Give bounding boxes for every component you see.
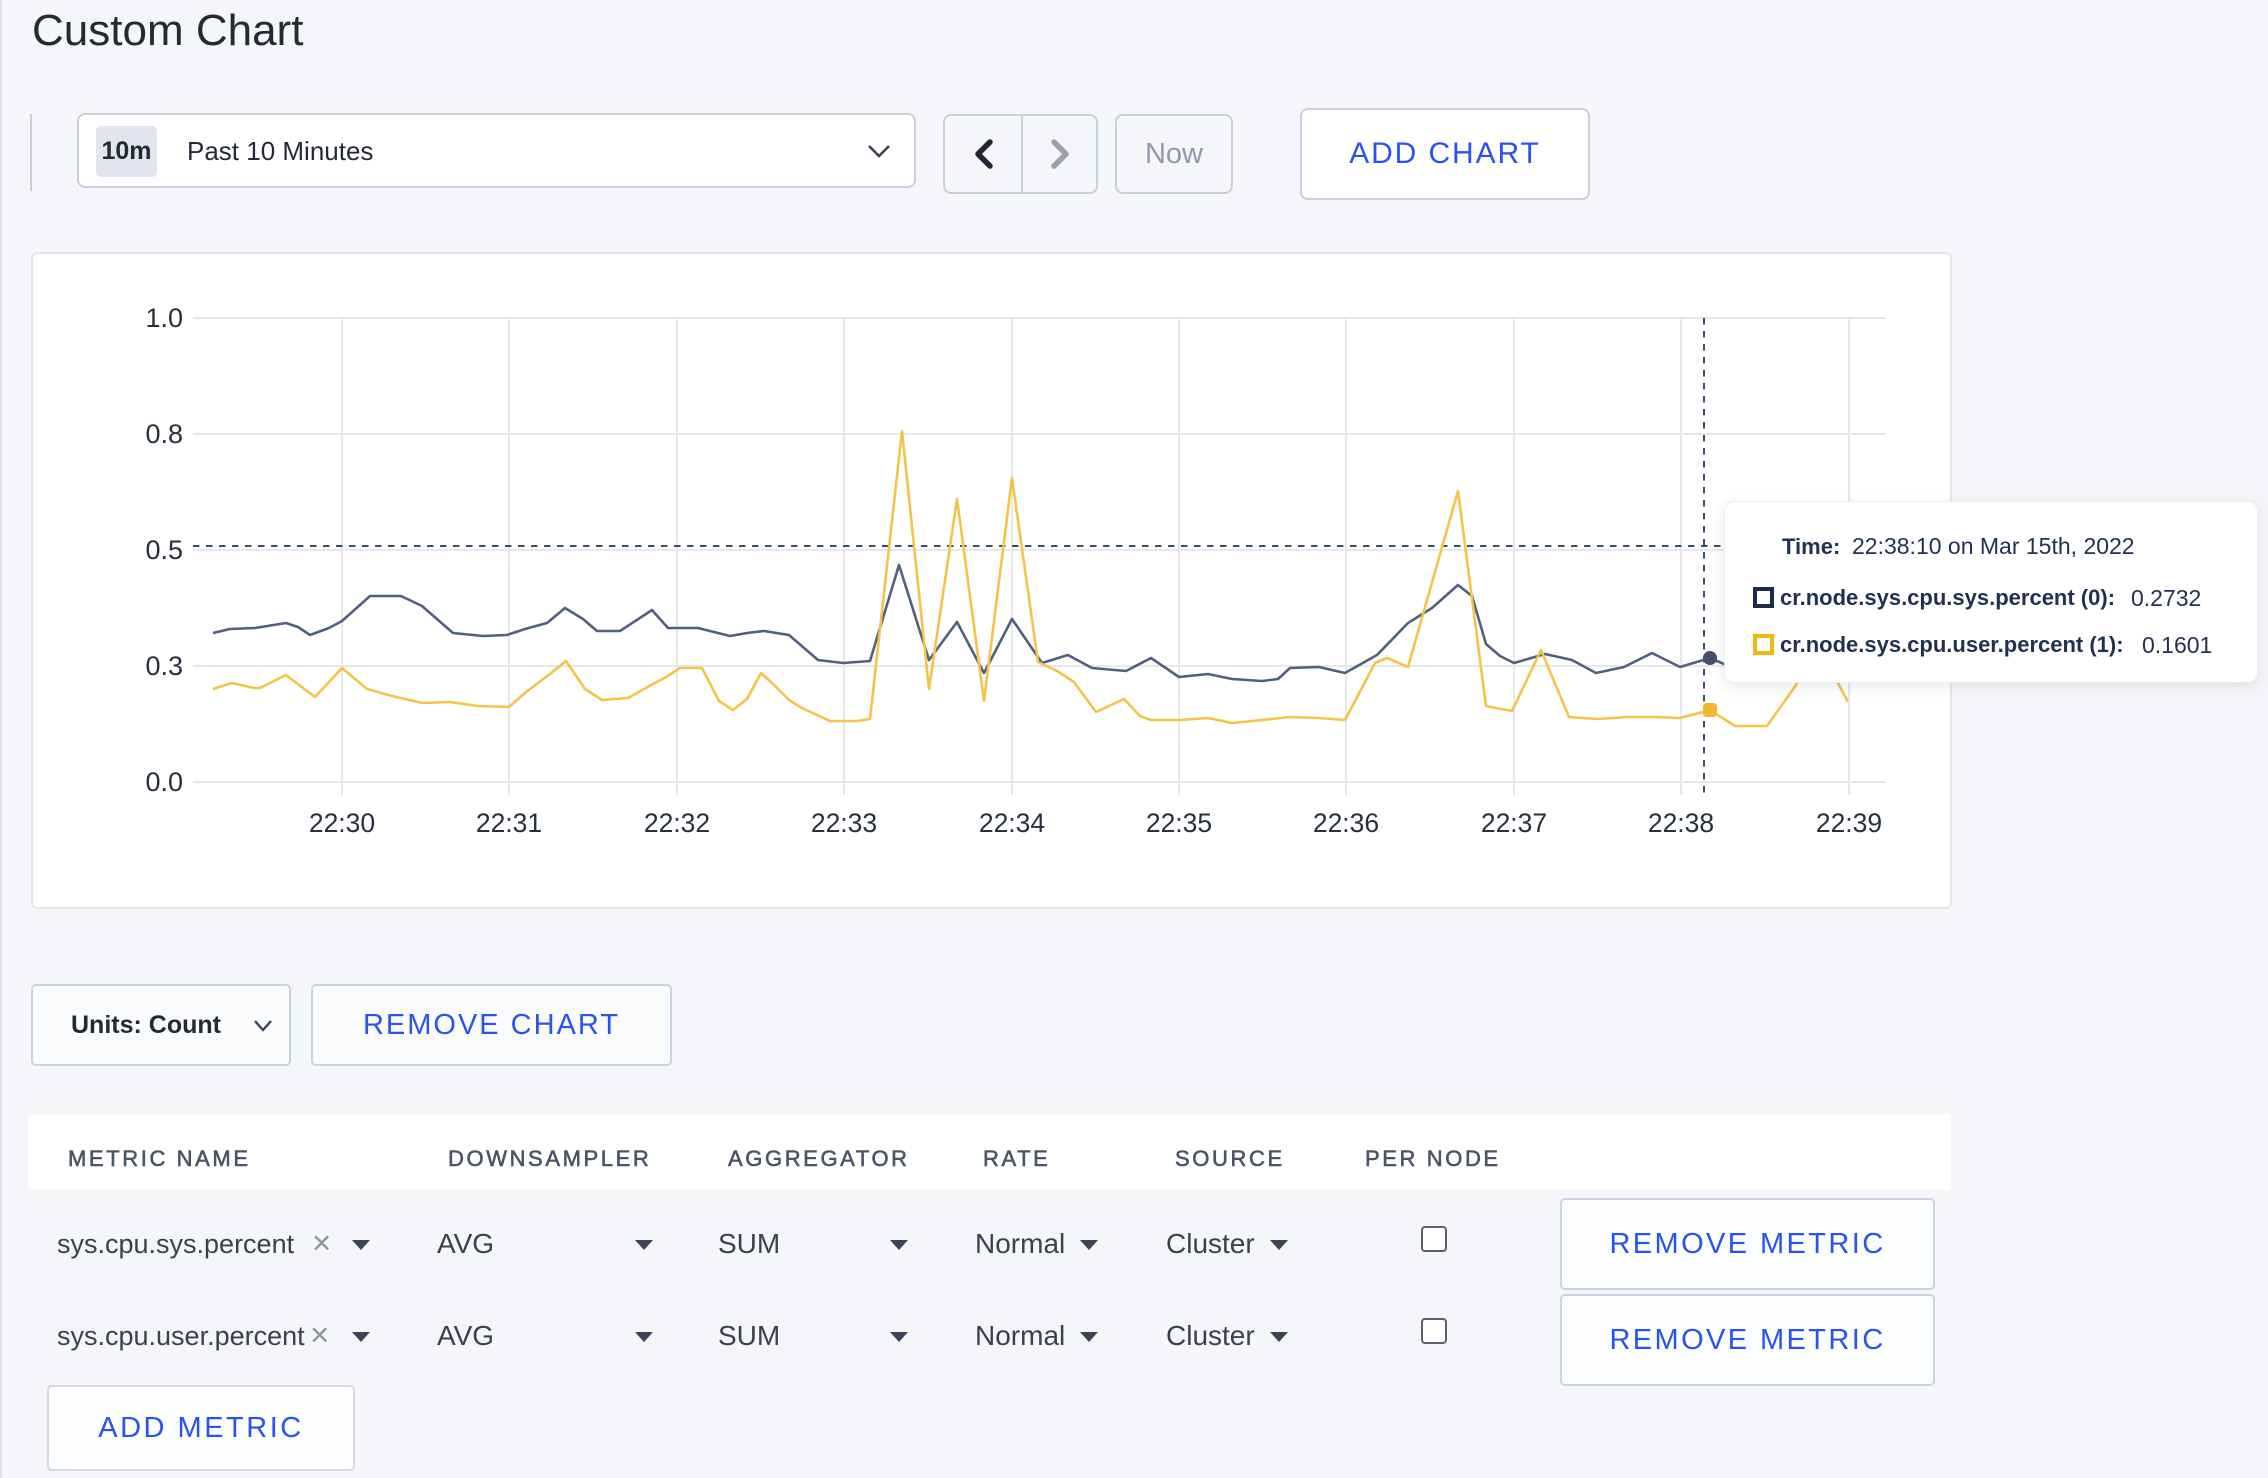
svg-text:22:30: 22:30 xyxy=(309,808,375,838)
svg-text:0.3: 0.3 xyxy=(145,651,183,681)
svg-text:0.0: 0.0 xyxy=(145,767,183,797)
svg-text:22:33: 22:33 xyxy=(811,808,877,838)
svg-text:1.0: 1.0 xyxy=(145,303,183,333)
svg-text:22:31: 22:31 xyxy=(476,808,542,838)
svg-text:22:37: 22:37 xyxy=(1481,808,1547,838)
svg-text:22:38: 22:38 xyxy=(1648,808,1714,838)
svg-text:0.5: 0.5 xyxy=(145,535,183,565)
svg-text:22:39: 22:39 xyxy=(1816,808,1882,838)
svg-text:0.8: 0.8 xyxy=(145,419,183,449)
svg-text:22:36: 22:36 xyxy=(1313,808,1379,838)
svg-text:22:35: 22:35 xyxy=(1146,808,1212,838)
svg-text:22:32: 22:32 xyxy=(644,808,710,838)
svg-text:22:34: 22:34 xyxy=(979,808,1045,838)
